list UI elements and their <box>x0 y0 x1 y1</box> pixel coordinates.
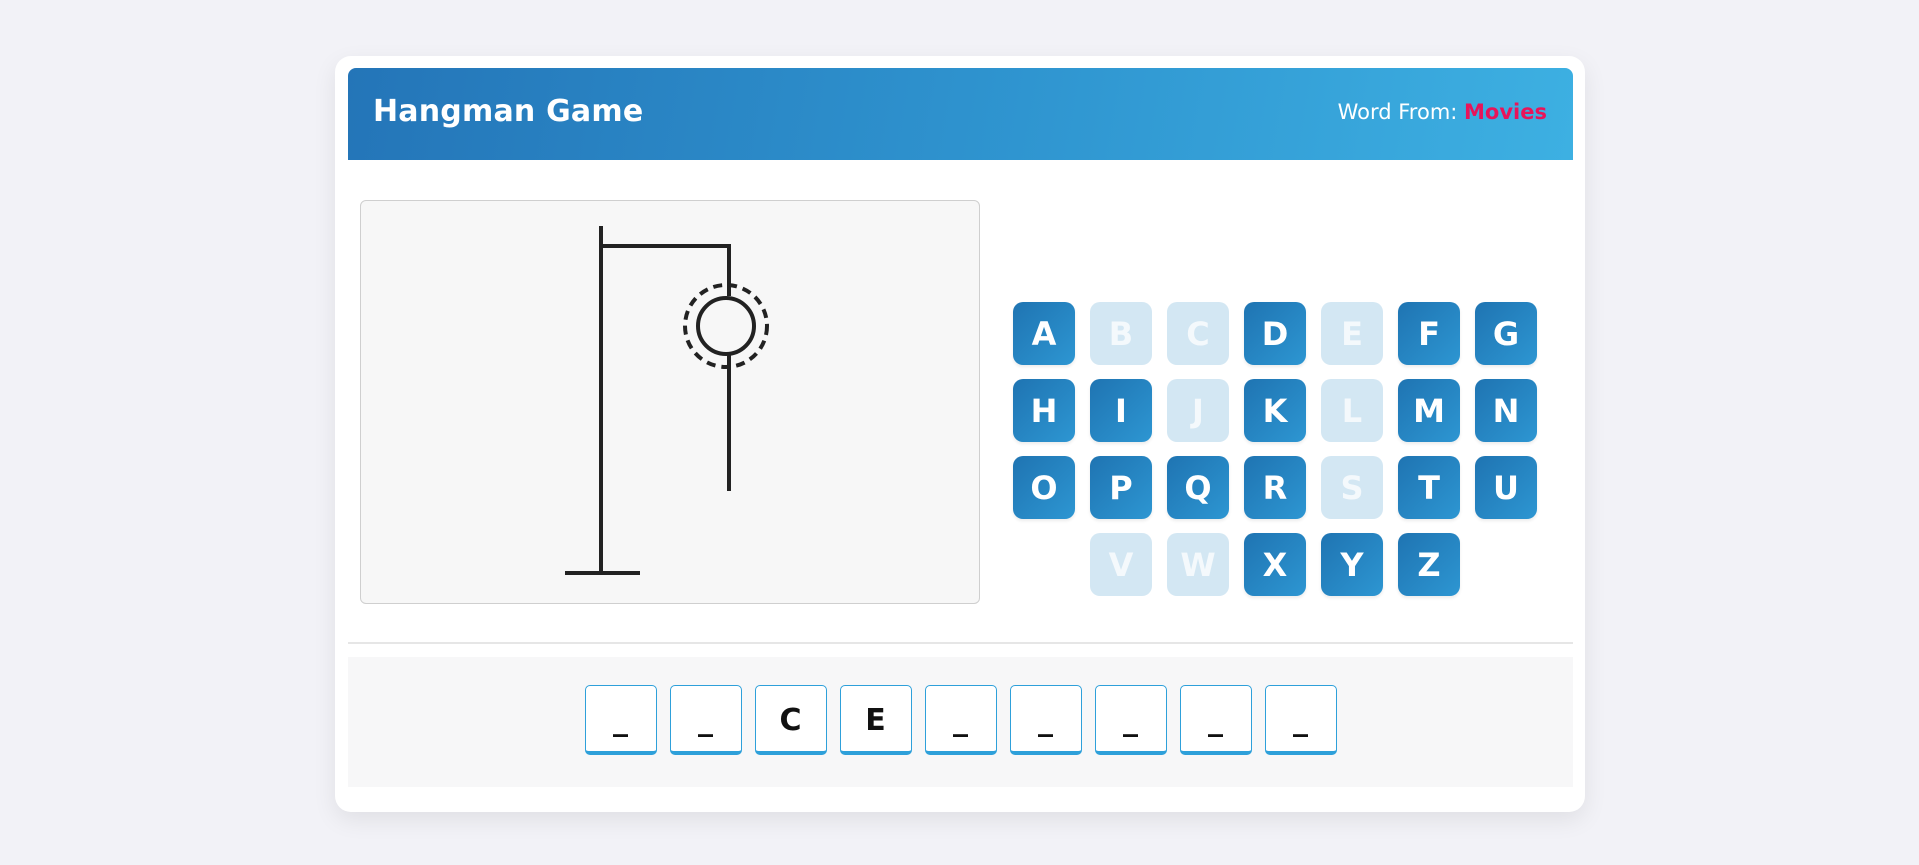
hangman-drawing-panel <box>360 200 980 604</box>
letter-key-w: W <box>1167 533 1229 596</box>
letter-key-l: L <box>1321 379 1383 442</box>
letter-key-v: V <box>1090 533 1152 596</box>
letter-key-b: B <box>1090 302 1152 365</box>
word-category: Movies <box>1464 100 1547 124</box>
letter-key-f[interactable]: F <box>1398 302 1460 365</box>
game-header: Hangman Game Word From: Movies <box>348 68 1573 160</box>
letter-key-d[interactable]: D <box>1244 302 1306 365</box>
letter-keyboard: ABCDEFG HIJKLMN OPQRSTU VWXYZ <box>1005 246 1537 596</box>
letter-key-q[interactable]: Q <box>1167 456 1229 519</box>
word-source: Word From: Movies <box>1338 100 1547 124</box>
word-letter-slot: _ <box>1179 685 1252 755</box>
word-letter-slot: _ <box>924 685 997 755</box>
letter-key-g[interactable]: G <box>1475 302 1537 365</box>
letter-key-i[interactable]: I <box>1090 379 1152 442</box>
hangman-drawing <box>565 226 769 575</box>
letter-key-p[interactable]: P <box>1090 456 1152 519</box>
letter-key-k[interactable]: K <box>1244 379 1306 442</box>
letter-key-z[interactable]: Z <box>1398 533 1460 596</box>
letter-key-u[interactable]: U <box>1475 456 1537 519</box>
page-title: Hangman Game <box>373 94 644 129</box>
word-letter-slot: _ <box>669 685 742 755</box>
letter-key-j: J <box>1167 379 1229 442</box>
word-letter-slot: _ <box>1264 685 1337 755</box>
word-display: _ _ C E _ _ _ _ _ <box>348 685 1573 760</box>
letter-key-a[interactable]: A <box>1013 302 1075 365</box>
letter-key-y[interactable]: Y <box>1321 533 1383 596</box>
word-area: _ _ C E _ _ _ _ _ <box>348 657 1573 787</box>
hangman-head <box>696 296 756 356</box>
letter-key-x[interactable]: X <box>1244 533 1306 596</box>
word-letter-slot: _ <box>584 685 657 755</box>
word-letter-slot: _ <box>1094 685 1167 755</box>
word-source-label: Word From: <box>1337 100 1465 124</box>
word-letter-slot: C <box>754 685 827 755</box>
letter-key-m[interactable]: M <box>1398 379 1460 442</box>
letter-key-n[interactable]: N <box>1475 379 1537 442</box>
letter-key-o[interactable]: O <box>1013 456 1075 519</box>
letter-key-h[interactable]: H <box>1013 379 1075 442</box>
game-card: Hangman Game Word From: Movies ABCDEFGHI… <box>335 56 1585 812</box>
letter-key-e: E <box>1321 302 1383 365</box>
letter-key-r[interactable]: R <box>1244 456 1306 519</box>
word-letter-slot: _ <box>1009 685 1082 755</box>
letter-key-s: S <box>1321 456 1383 519</box>
divider <box>348 642 1573 644</box>
letter-key-t[interactable]: T <box>1398 456 1460 519</box>
letter-key-c: C <box>1167 302 1229 365</box>
word-letter-slot: E <box>839 685 912 755</box>
